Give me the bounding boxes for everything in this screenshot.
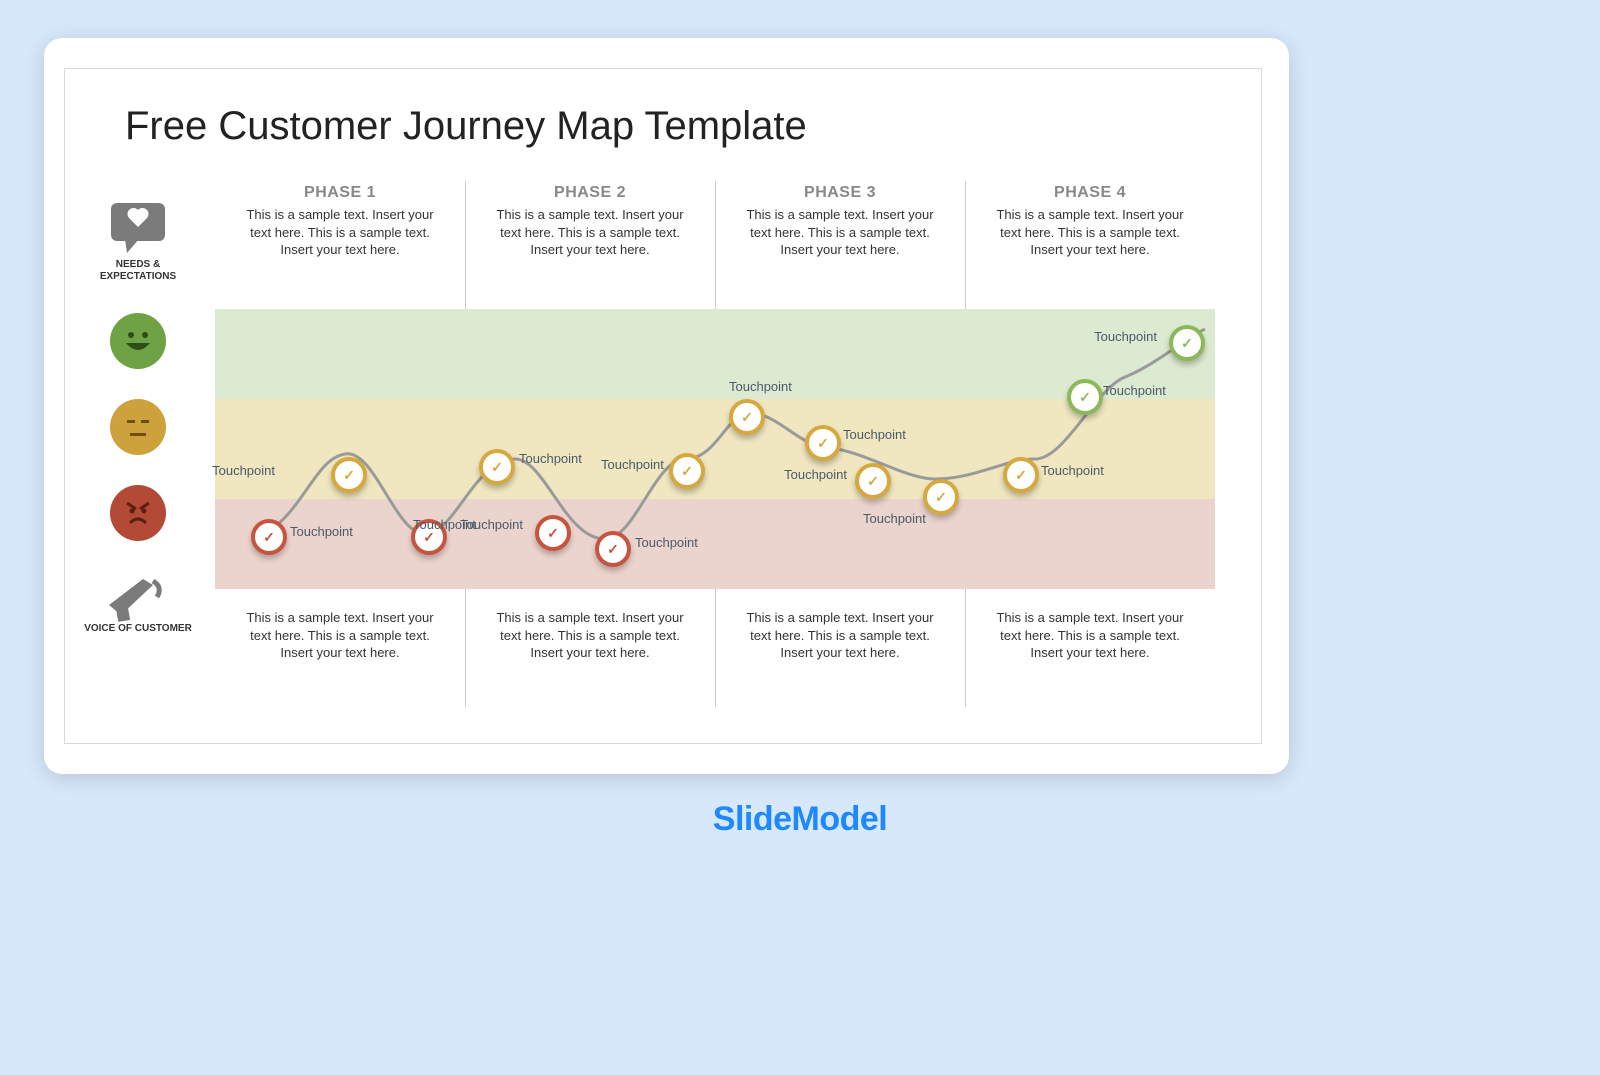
check-icon: ✓ xyxy=(343,467,355,484)
phase-column: PHASE 1 This is a sample text. Insert yo… xyxy=(215,184,465,259)
slide-canvas: Free Customer Journey Map Template NEEDS… xyxy=(64,68,1262,744)
slide-card: Free Customer Journey Map Template NEEDS… xyxy=(44,38,1289,774)
phase-needs-text: This is a sample text. Insert your text … xyxy=(215,206,465,259)
check-icon: ✓ xyxy=(681,463,693,480)
check-icon: ✓ xyxy=(547,525,559,542)
row-label-text: NEEDS & EXPECTATIONS xyxy=(83,259,193,283)
angry-face-icon xyxy=(110,485,166,541)
phase-name: PHASE 3 xyxy=(715,184,965,202)
touchpoint-label: Touchpoint xyxy=(443,517,523,532)
touchpoint-dot: ✓ xyxy=(595,531,631,567)
touchpoint-label: Touchpoint xyxy=(729,379,792,394)
neutral-band xyxy=(215,399,1215,499)
touchpoint-label: Touchpoint xyxy=(519,451,582,466)
touchpoint-dot: ✓ xyxy=(535,515,571,551)
check-icon: ✓ xyxy=(817,435,829,452)
happy-face-icon xyxy=(110,313,166,369)
touchpoint-label: Touchpoint xyxy=(843,427,906,442)
touchpoint-label: Touchpoint xyxy=(1077,329,1157,344)
emotion-bands xyxy=(215,309,1215,589)
voice-column: This is a sample text. Insert your text … xyxy=(965,609,1215,662)
check-icon: ✓ xyxy=(1181,335,1193,352)
check-icon: ✓ xyxy=(263,529,275,546)
phase-column: PHASE 3 This is a sample text. Insert yo… xyxy=(715,184,965,259)
touchpoint-label: Touchpoint xyxy=(767,467,847,482)
touchpoint-dot: ✓ xyxy=(923,479,959,515)
check-icon: ✓ xyxy=(607,541,619,558)
check-icon: ✓ xyxy=(935,489,947,506)
touchpoint-label: Touchpoint xyxy=(1041,463,1104,478)
touchpoint-label: Touchpoint xyxy=(635,535,698,550)
check-icon: ✓ xyxy=(741,409,753,426)
row-label-text: VOICE OF CUSTOMER xyxy=(84,623,192,635)
check-icon: ✓ xyxy=(491,459,503,476)
slide-title: Free Customer Journey Map Template xyxy=(125,104,807,149)
brand-logo-text: SlideModel xyxy=(0,800,1600,839)
touchpoint-dot: ✓ xyxy=(1003,457,1039,493)
touchpoint-dot: ✓ xyxy=(331,457,367,493)
heart-speech-icon xyxy=(103,199,173,259)
phase-needs-text: This is a sample text. Insert your text … xyxy=(715,206,965,259)
voice-text: This is a sample text. Insert your text … xyxy=(215,609,465,662)
touchpoint-dot: ✓ xyxy=(479,449,515,485)
touchpoint-dot: ✓ xyxy=(251,519,287,555)
phase-name: PHASE 1 xyxy=(215,184,465,202)
touchpoint-label: Touchpoint xyxy=(290,524,353,539)
phase-needs-text: This is a sample text. Insert your text … xyxy=(465,206,715,259)
phase-column: PHASE 2 This is a sample text. Insert yo… xyxy=(465,184,715,259)
voice-text: This is a sample text. Insert your text … xyxy=(965,609,1215,662)
touchpoint-dot: ✓ xyxy=(805,425,841,461)
phase-name: PHASE 2 xyxy=(465,184,715,202)
check-icon: ✓ xyxy=(1079,389,1091,406)
touchpoint-label: Touchpoint xyxy=(205,463,275,478)
check-icon: ✓ xyxy=(1015,467,1027,484)
touchpoint-dot: ✓ xyxy=(729,399,765,435)
voice-text: This is a sample text. Insert your text … xyxy=(715,609,965,662)
voice-text: This is a sample text. Insert your text … xyxy=(465,609,715,662)
negative-band xyxy=(215,499,1215,589)
needs-expectations-label: NEEDS & EXPECTATIONS xyxy=(83,199,193,283)
neutral-face-icon xyxy=(110,399,166,455)
row-label-column: NEEDS & EXPECTATIONS V xyxy=(83,199,193,635)
touchpoint-label: Touchpoint xyxy=(601,457,661,472)
phase-name: PHASE 4 xyxy=(965,184,1215,202)
touchpoint-dot: ✓ xyxy=(1067,379,1103,415)
check-icon: ✓ xyxy=(867,473,879,490)
touchpoint-dot: ✓ xyxy=(1169,325,1205,361)
touchpoint-label: Touchpoint xyxy=(863,511,926,526)
voice-column: This is a sample text. Insert your text … xyxy=(715,609,965,662)
touchpoint-dot: ✓ xyxy=(855,463,891,499)
voice-of-customer-label: VOICE OF CUSTOMER xyxy=(83,571,193,635)
voice-column: This is a sample text. Insert your text … xyxy=(465,609,715,662)
touchpoint-dot: ✓ xyxy=(669,453,705,489)
megaphone-icon xyxy=(103,571,173,623)
touchpoint-label: Touchpoint xyxy=(1103,383,1166,398)
positive-band xyxy=(215,309,1215,399)
voice-column: This is a sample text. Insert your text … xyxy=(215,609,465,662)
phase-column: PHASE 4 This is a sample text. Insert yo… xyxy=(965,184,1215,259)
phase-needs-text: This is a sample text. Insert your text … xyxy=(965,206,1215,259)
